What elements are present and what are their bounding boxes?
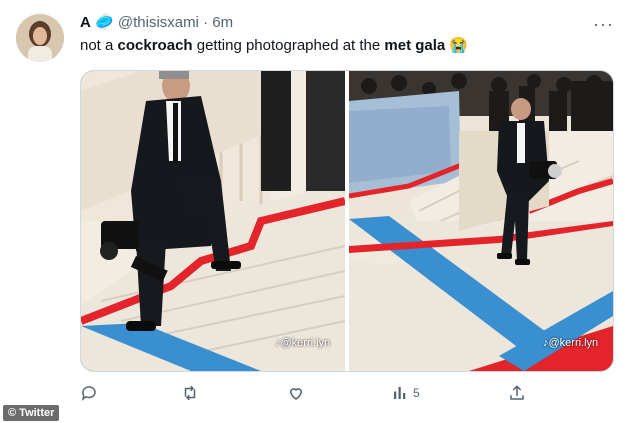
photo-right[interactable]: ♪@kerri.lyn — [349, 71, 613, 371]
share-button[interactable] — [508, 384, 526, 402]
separator-dot: · — [203, 14, 209, 31]
views-icon — [391, 384, 409, 402]
tweet-actions: 5 — [80, 384, 540, 406]
tweet-emoji: 😭 — [445, 37, 469, 54]
reply-button[interactable] — [80, 384, 102, 402]
views-button[interactable]: 5 — [391, 384, 420, 402]
watermark-right: ♪@kerri.lyn — [543, 337, 599, 349]
tweet-text-bold: cockroach — [117, 37, 193, 54]
reply-icon — [80, 384, 98, 402]
tweet-text-bold: met gala — [384, 37, 446, 54]
retweet-button[interactable] — [180, 384, 204, 402]
watermark-left: ♪@kerri.lyn — [275, 337, 331, 349]
avatar[interactable] — [16, 14, 64, 62]
user-handle[interactable]: @thisisxami — [118, 14, 199, 31]
share-icon — [508, 384, 526, 402]
display-name[interactable]: A — [80, 14, 91, 31]
tweet-text-part: getting photographed at the — [192, 37, 385, 54]
like-icon — [287, 384, 305, 402]
timestamp[interactable]: 6m — [212, 14, 233, 31]
photo-left[interactable]: ♪@kerri.lyn — [81, 71, 345, 371]
tweet-text: not a cockroach getting photographed at … — [80, 36, 468, 56]
like-button[interactable] — [287, 384, 309, 402]
more-icon[interactable]: ··· — [593, 14, 614, 35]
tweet-header: A 🥏 @thisisxami · 6m — [80, 13, 233, 33]
retweet-icon — [180, 384, 200, 402]
twitter-watermark-badge: © Twitter — [3, 405, 60, 421]
views-count: 5 — [413, 386, 420, 400]
emoji-icon: 🥏 — [95, 14, 114, 31]
tweet-text-part: not a — [80, 37, 118, 54]
tweet-media[interactable]: ♪@kerri.lyn ♪@kerri.lyn — [80, 70, 614, 372]
